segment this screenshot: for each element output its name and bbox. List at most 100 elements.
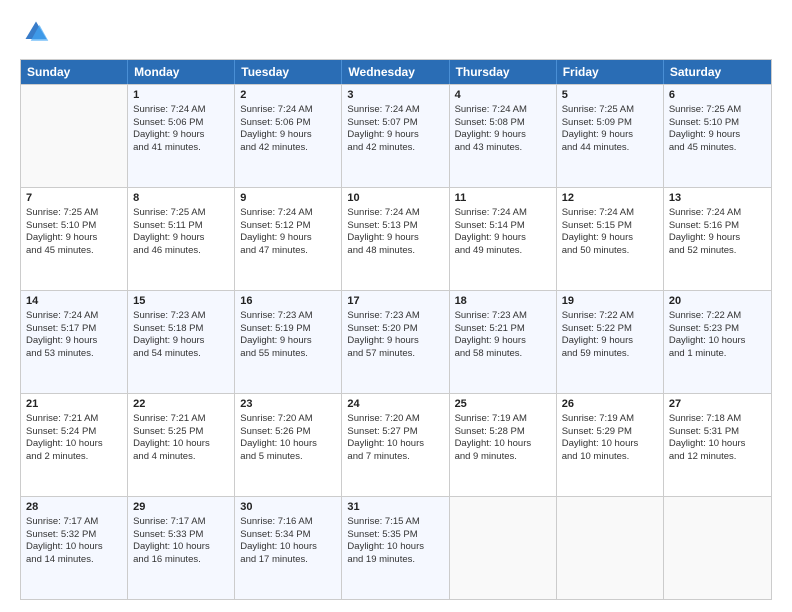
day-info-line: Sunrise: 7:25 AM: [562, 104, 658, 117]
calendar-cell: 6Sunrise: 7:25 AMSunset: 5:10 PMDaylight…: [664, 85, 771, 187]
day-info-line: Sunset: 5:21 PM: [455, 323, 551, 336]
day-info-line: Sunrise: 7:25 AM: [669, 104, 766, 117]
logo: [20, 18, 50, 51]
day-number: 14: [26, 294, 122, 309]
day-info-line: Sunrise: 7:20 AM: [240, 413, 336, 426]
day-info-line: and 58 minutes.: [455, 348, 551, 361]
day-info-line: Daylight: 9 hours: [455, 335, 551, 348]
day-info-line: Daylight: 9 hours: [240, 232, 336, 245]
day-info-line: Sunset: 5:11 PM: [133, 220, 229, 233]
calendar-cell: 30Sunrise: 7:16 AMSunset: 5:34 PMDayligh…: [235, 497, 342, 599]
day-number: 11: [455, 191, 551, 206]
day-info-line: and 44 minutes.: [562, 142, 658, 155]
day-info-line: Daylight: 9 hours: [133, 232, 229, 245]
day-number: 1: [133, 88, 229, 103]
calendar-row: 1Sunrise: 7:24 AMSunset: 5:06 PMDaylight…: [21, 84, 771, 187]
day-info-line: Daylight: 9 hours: [347, 335, 443, 348]
day-number: 22: [133, 397, 229, 412]
calendar-cell: 12Sunrise: 7:24 AMSunset: 5:15 PMDayligh…: [557, 188, 664, 290]
calendar-cell: [450, 497, 557, 599]
day-info-line: Sunrise: 7:21 AM: [133, 413, 229, 426]
day-info-line: Daylight: 10 hours: [347, 541, 443, 554]
day-info-line: Sunset: 5:24 PM: [26, 426, 122, 439]
calendar-cell: 1Sunrise: 7:24 AMSunset: 5:06 PMDaylight…: [128, 85, 235, 187]
weekday-header: Sunday: [21, 60, 128, 84]
day-info-line: Sunrise: 7:23 AM: [347, 310, 443, 323]
day-number: 2: [240, 88, 336, 103]
day-info-line: Sunset: 5:25 PM: [133, 426, 229, 439]
calendar-cell: 10Sunrise: 7:24 AMSunset: 5:13 PMDayligh…: [342, 188, 449, 290]
day-info-line: Sunset: 5:29 PM: [562, 426, 658, 439]
day-info-line: Sunrise: 7:22 AM: [669, 310, 766, 323]
day-number: 23: [240, 397, 336, 412]
day-number: 29: [133, 500, 229, 515]
day-info-line: and 1 minute.: [669, 348, 766, 361]
day-info-line: and 54 minutes.: [133, 348, 229, 361]
day-info-line: Sunset: 5:23 PM: [669, 323, 766, 336]
day-info-line: Sunrise: 7:24 AM: [26, 310, 122, 323]
weekday-header: Thursday: [450, 60, 557, 84]
day-info-line: Sunset: 5:17 PM: [26, 323, 122, 336]
day-info-line: Sunrise: 7:16 AM: [240, 516, 336, 529]
day-info-line: Sunset: 5:06 PM: [240, 117, 336, 130]
calendar-cell: 18Sunrise: 7:23 AMSunset: 5:21 PMDayligh…: [450, 291, 557, 393]
calendar-row: 28Sunrise: 7:17 AMSunset: 5:32 PMDayligh…: [21, 496, 771, 599]
day-info-line: and 17 minutes.: [240, 554, 336, 567]
day-info-line: and 42 minutes.: [240, 142, 336, 155]
day-info-line: and 52 minutes.: [669, 245, 766, 258]
day-info-line: Sunrise: 7:24 AM: [133, 104, 229, 117]
day-info-line: Sunset: 5:18 PM: [133, 323, 229, 336]
day-info-line: and 48 minutes.: [347, 245, 443, 258]
day-info-line: and 49 minutes.: [455, 245, 551, 258]
day-info-line: Sunset: 5:07 PM: [347, 117, 443, 130]
calendar-cell: 5Sunrise: 7:25 AMSunset: 5:09 PMDaylight…: [557, 85, 664, 187]
day-number: 17: [347, 294, 443, 309]
day-info-line: Sunrise: 7:24 AM: [455, 207, 551, 220]
calendar-cell: 13Sunrise: 7:24 AMSunset: 5:16 PMDayligh…: [664, 188, 771, 290]
calendar-cell: 2Sunrise: 7:24 AMSunset: 5:06 PMDaylight…: [235, 85, 342, 187]
day-info-line: Daylight: 9 hours: [133, 335, 229, 348]
day-info-line: Sunrise: 7:24 AM: [240, 207, 336, 220]
day-info-line: Daylight: 10 hours: [455, 438, 551, 451]
day-info-line: and 12 minutes.: [669, 451, 766, 464]
calendar-cell: 31Sunrise: 7:15 AMSunset: 5:35 PMDayligh…: [342, 497, 449, 599]
day-info-line: Sunrise: 7:24 AM: [669, 207, 766, 220]
day-info-line: Daylight: 9 hours: [347, 232, 443, 245]
calendar: SundayMondayTuesdayWednesdayThursdayFrid…: [20, 59, 772, 600]
day-info-line: Sunrise: 7:22 AM: [562, 310, 658, 323]
day-info-line: and 9 minutes.: [455, 451, 551, 464]
day-info-line: Daylight: 9 hours: [669, 129, 766, 142]
day-number: 27: [669, 397, 766, 412]
day-info-line: Sunrise: 7:23 AM: [455, 310, 551, 323]
day-info-line: and 16 minutes.: [133, 554, 229, 567]
day-info-line: and 45 minutes.: [26, 245, 122, 258]
day-info-line: Daylight: 10 hours: [133, 541, 229, 554]
header: [20, 18, 772, 51]
day-info-line: Sunset: 5:27 PM: [347, 426, 443, 439]
calendar-row: 7Sunrise: 7:25 AMSunset: 5:10 PMDaylight…: [21, 187, 771, 290]
day-info-line: and 19 minutes.: [347, 554, 443, 567]
day-info-line: Sunset: 5:22 PM: [562, 323, 658, 336]
calendar-cell: 27Sunrise: 7:18 AMSunset: 5:31 PMDayligh…: [664, 394, 771, 496]
calendar-cell: 17Sunrise: 7:23 AMSunset: 5:20 PMDayligh…: [342, 291, 449, 393]
day-info-line: and 57 minutes.: [347, 348, 443, 361]
day-info-line: and 43 minutes.: [455, 142, 551, 155]
day-info-line: Sunset: 5:10 PM: [669, 117, 766, 130]
day-number: 4: [455, 88, 551, 103]
day-info-line: Sunset: 5:34 PM: [240, 529, 336, 542]
day-info-line: and 2 minutes.: [26, 451, 122, 464]
day-number: 26: [562, 397, 658, 412]
day-number: 28: [26, 500, 122, 515]
day-info-line: and 53 minutes.: [26, 348, 122, 361]
day-info-line: Daylight: 10 hours: [26, 438, 122, 451]
calendar-cell: 29Sunrise: 7:17 AMSunset: 5:33 PMDayligh…: [128, 497, 235, 599]
day-info-line: Sunset: 5:06 PM: [133, 117, 229, 130]
calendar-cell: 22Sunrise: 7:21 AMSunset: 5:25 PMDayligh…: [128, 394, 235, 496]
day-info-line: Daylight: 9 hours: [455, 129, 551, 142]
calendar-cell: 28Sunrise: 7:17 AMSunset: 5:32 PMDayligh…: [21, 497, 128, 599]
calendar-cell: 23Sunrise: 7:20 AMSunset: 5:26 PMDayligh…: [235, 394, 342, 496]
day-info-line: and 10 minutes.: [562, 451, 658, 464]
day-info-line: Sunrise: 7:17 AM: [26, 516, 122, 529]
day-info-line: Sunrise: 7:24 AM: [240, 104, 336, 117]
calendar-cell: 3Sunrise: 7:24 AMSunset: 5:07 PMDaylight…: [342, 85, 449, 187]
